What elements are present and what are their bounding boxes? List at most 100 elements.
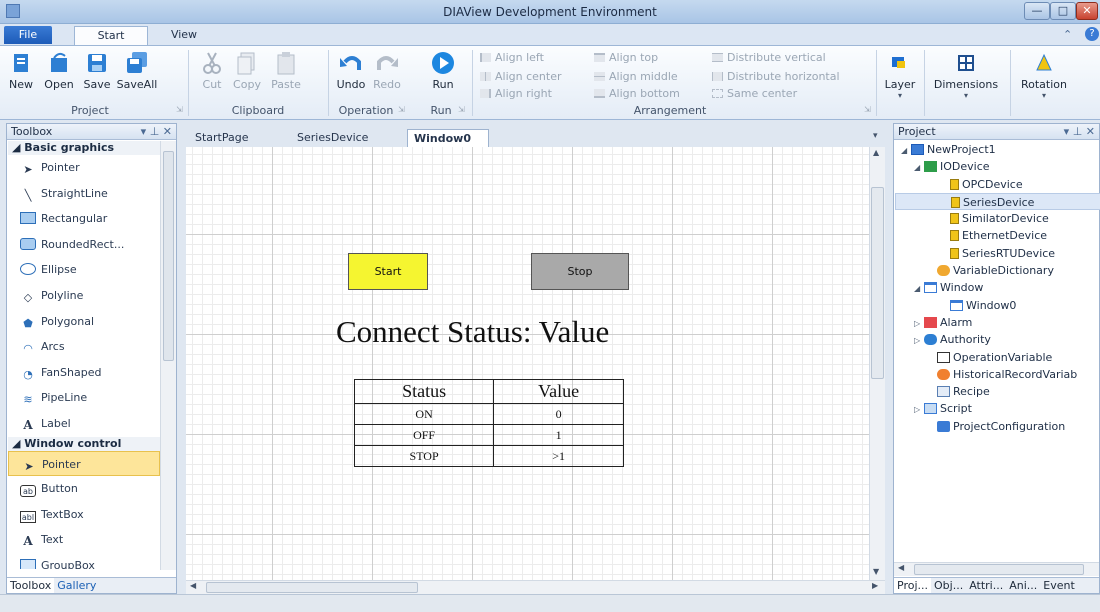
redo-button[interactable]: Redo xyxy=(370,50,404,91)
tool-rounded-rect[interactable]: RoundedRect... xyxy=(8,232,160,258)
tab-objects[interactable]: Obj... xyxy=(931,578,966,593)
layer-button[interactable]: Layer ▾ xyxy=(880,50,920,100)
section-window-control[interactable]: ◢ Window control xyxy=(8,436,160,451)
tree-node[interactable]: ◢ IODevice xyxy=(895,158,1100,175)
tool-polygonal[interactable]: ⬟ Polygonal xyxy=(8,309,160,335)
tree-node[interactable]: ▷ Alarm xyxy=(895,314,1100,331)
dimensions-button[interactable]: Dimensions ▾ xyxy=(930,50,1002,100)
tree-toggle-icon[interactable]: ▷ xyxy=(914,401,924,418)
file-menu-tab[interactable]: File xyxy=(4,26,52,44)
paste-button[interactable]: Paste xyxy=(268,50,304,91)
align-center-button[interactable]: Align center xyxy=(480,70,561,83)
tree-node[interactable]: ◢ NewProject1 xyxy=(895,141,1100,158)
tab-toolbox[interactable]: Toolbox xyxy=(7,578,55,593)
align-bottom-button[interactable]: Align bottom xyxy=(594,87,680,100)
help-icon[interactable]: ? xyxy=(1085,27,1099,41)
tool-ellipse[interactable]: Ellipse xyxy=(8,257,160,283)
tab-view[interactable]: View xyxy=(164,26,204,45)
toolbox-scroll-thumb[interactable] xyxy=(163,151,174,361)
undo-button[interactable]: Undo xyxy=(334,50,368,91)
rotation-button[interactable]: Rotation ▾ xyxy=(1016,50,1072,100)
canvas-hscroll-thumb[interactable] xyxy=(206,582,418,593)
cut-button[interactable]: Cut xyxy=(198,50,226,91)
canvas-vscroll-thumb[interactable] xyxy=(871,187,884,379)
scroll-down-icon[interactable]: ▼ xyxy=(873,567,879,576)
save-all-button[interactable]: SaveAll xyxy=(114,50,160,91)
distribute-horizontal-button[interactable]: Distribute horizontal xyxy=(712,70,840,83)
control-button[interactable]: ab Button xyxy=(8,476,160,502)
toolbox-scrollbar[interactable] xyxy=(160,141,176,570)
tool-fan-shaped[interactable]: ◔ FanShaped xyxy=(8,360,160,386)
align-right-button[interactable]: Align right xyxy=(480,87,552,100)
tab-start[interactable]: Start xyxy=(74,26,148,45)
minimize-button[interactable]: — xyxy=(1024,2,1050,20)
tool-pointer[interactable]: ➤ Pointer xyxy=(8,155,160,181)
tree-toggle-icon[interactable]: ▷ xyxy=(914,332,924,349)
project-hscroll-thumb[interactable] xyxy=(914,564,1084,575)
tree-node[interactable]: OPCDevice xyxy=(895,176,1100,193)
save-button[interactable]: Save xyxy=(80,50,114,91)
tree-toggle-icon[interactable]: ◢ xyxy=(901,142,911,159)
copy-button[interactable]: Copy xyxy=(230,50,264,91)
run-button[interactable]: Run xyxy=(424,50,462,91)
tool-pipeline[interactable]: ≋ PipeLine xyxy=(8,385,160,411)
tree-node[interactable]: ▷ Script xyxy=(895,400,1100,417)
scroll-up-icon[interactable]: ▲ xyxy=(873,148,879,157)
canvas-stop-button[interactable]: Stop xyxy=(531,253,629,290)
tool-straight-line[interactable]: ╲ StraightLine xyxy=(8,181,160,207)
status-table[interactable]: Status Value ON 0 OFF 1 STOP >1 xyxy=(353,379,624,467)
open-button[interactable]: Open xyxy=(40,50,78,91)
tab-animation[interactable]: Ani... xyxy=(1006,578,1040,593)
align-middle-button[interactable]: Align middle xyxy=(594,70,678,83)
connect-status-text[interactable]: Connect Status: Value xyxy=(336,314,609,350)
canvas-start-button[interactable]: Start xyxy=(348,253,428,290)
tree-node[interactable]: Recipe xyxy=(895,383,1100,400)
tree-node[interactable]: ◢ Window xyxy=(895,279,1100,296)
tab-attributes[interactable]: Attri... xyxy=(966,578,1006,593)
new-button[interactable]: New xyxy=(4,50,38,91)
run-launcher-icon[interactable]: ⇲ xyxy=(458,105,465,114)
align-top-button[interactable]: Align top xyxy=(594,51,658,64)
project-launcher-icon[interactable]: ⇲ xyxy=(176,105,183,114)
tab-gallery[interactable]: Gallery xyxy=(54,578,99,593)
tab-startpage[interactable]: StartPage xyxy=(189,129,255,147)
tree-node[interactable]: EthernetDevice xyxy=(895,227,1100,244)
tool-polyline[interactable]: ◇ Polyline xyxy=(8,283,160,309)
tab-seriesdevice[interactable]: SeriesDevice xyxy=(291,129,374,147)
same-center-button[interactable]: Same center xyxy=(712,87,797,100)
tree-node[interactable]: Window0 xyxy=(895,297,1100,314)
tree-node[interactable]: VariableDictionary xyxy=(895,262,1100,279)
canvas-vertical-scrollbar[interactable]: ▲ ▼ xyxy=(869,147,885,580)
collapse-ribbon-icon[interactable]: ⌃ xyxy=(1063,28,1072,41)
tree-node[interactable]: SeriesDevice xyxy=(895,192,1100,211)
canvas-horizontal-scrollbar[interactable]: ◀ ▶ xyxy=(186,580,885,594)
tree-node[interactable]: OperationVariable xyxy=(895,349,1100,366)
tab-event[interactable]: Event xyxy=(1040,578,1078,593)
toolbox-pin-icons[interactable]: ▾ ⊥ ✕ xyxy=(141,124,172,139)
control-pointer[interactable]: ➤ Pointer xyxy=(8,450,160,477)
design-canvas[interactable] xyxy=(186,147,869,580)
tree-node[interactable]: SimilatorDevice xyxy=(895,210,1100,227)
control-textbox[interactable]: abl TextBox xyxy=(8,502,160,528)
control-groupbox[interactable]: GroupBox xyxy=(8,553,160,569)
project-horizontal-scrollbar[interactable]: ◀ xyxy=(894,562,1099,576)
scroll-left-icon[interactable]: ◀ xyxy=(898,563,904,572)
tab-window0[interactable]: Window0 × xyxy=(407,129,489,162)
tool-arcs[interactable]: ◠ Arcs xyxy=(8,334,160,360)
tree-node[interactable]: SeriesRTUDevice xyxy=(895,245,1100,262)
distribute-vertical-button[interactable]: Distribute vertical xyxy=(712,51,826,64)
close-button[interactable]: ✕ xyxy=(1076,2,1098,20)
maximize-button[interactable]: □ xyxy=(1050,2,1076,20)
arrangement-launcher-icon[interactable]: ⇲ xyxy=(864,105,871,114)
scroll-right-icon[interactable]: ▶ xyxy=(872,581,878,590)
tree-node[interactable]: HistoricalRecordVariab xyxy=(895,366,1100,383)
tree-node[interactable]: ▷ Authority xyxy=(895,331,1100,348)
tree-toggle-icon[interactable]: ◢ xyxy=(914,159,924,176)
tree-toggle-icon[interactable]: ◢ xyxy=(914,280,924,297)
scroll-left-icon[interactable]: ◀ xyxy=(190,581,196,590)
project-pin-icons[interactable]: ▾ ⊥ ✕ xyxy=(1064,124,1095,139)
tab-project[interactable]: Proj... xyxy=(894,578,931,593)
tool-label[interactable]: A Label xyxy=(8,411,160,437)
tab-list-dropdown-icon[interactable]: ▾ xyxy=(873,131,878,141)
tree-toggle-icon[interactable]: ▷ xyxy=(914,315,924,332)
